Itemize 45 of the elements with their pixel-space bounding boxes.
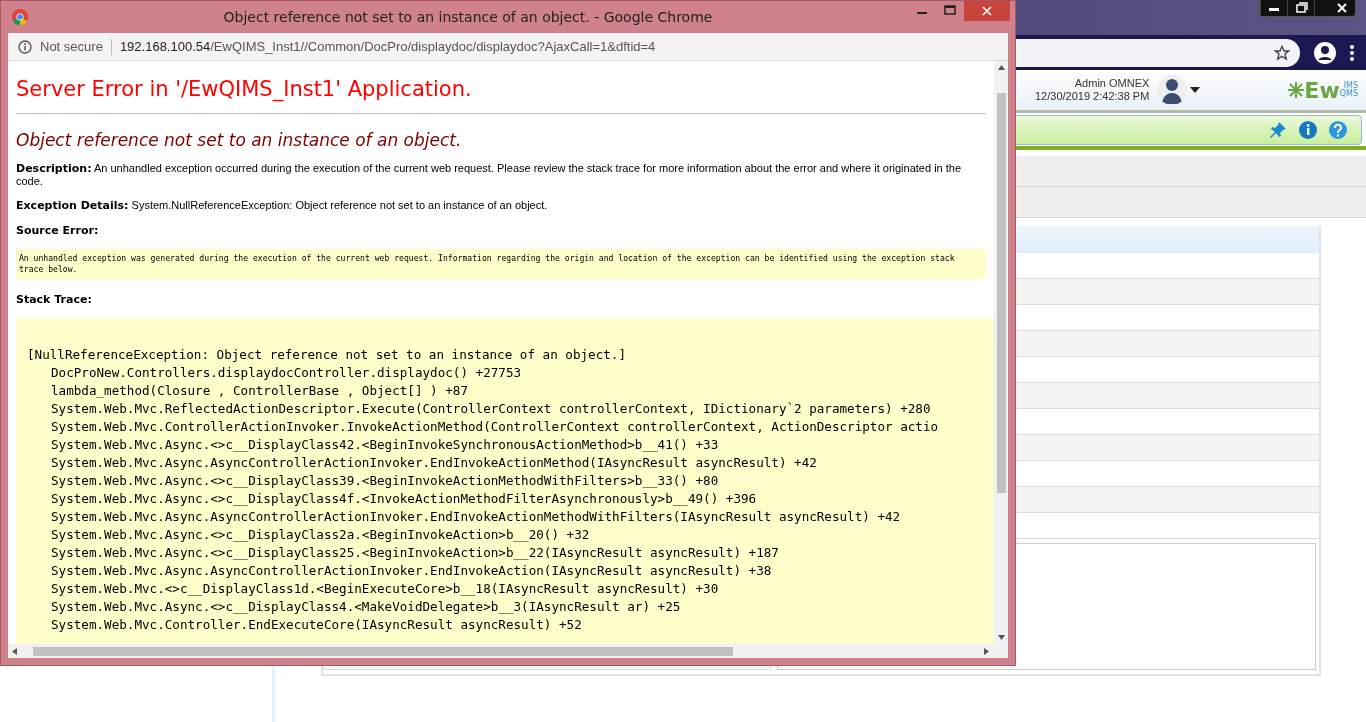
stack-trace-line: System.Web.Mvc.Async.<>c__DisplayClass42.<BeginInvokeSynchronousActionMethod>b__41() +33 [51,437,719,452]
left-arrow-icon[interactable] [12,647,17,655]
right-arrow-icon[interactable] [984,647,989,655]
address-bar[interactable]: Not secure 192.168.100.54/EwQIMS_Inst1//Common/DocPro/displaydoc/displaydoc?AjaxCall=1&dftid=4 [8,33,1008,61]
stack-trace-line: [NullReferenceException: Object reference not set to an instance of an object.] [27,346,627,364]
stack-trace-label: Stack Trace: [16,293,93,306]
description-text: Description: An unhandled exception occurred during the execution of the current web request. Please review the stack trace for more information about the error and where it originated in the code. [16,162,963,187]
stack-trace-line: System.Web.Mvc.<>c__DisplayClass1d.<BeginExecuteCore>b__18(IAsyncResult asyncResult) +30 [51,581,719,596]
stack-trace-line: System.Web.Mvc.Async.AsyncControllerActionInvoker.EndInvokeActionMethod(IAsyncResult asyncResult) +42 [51,455,817,470]
exception-details-text: Exception Details: System.NullReferenceException: Object reference not set to an instance of an object. [16,199,549,212]
stack-trace-line: System.Web.Mvc.ReflectedActionDescriptor.Execute(ControllerContext controllerContext, IDictionary`2 parameters) +280 [51,401,931,416]
stack-trace-line: System.Web.Mvc.ControllerActionInvoker.InvokeActionMethod(ControllerContext controllerContext, ActionDescriptor actio [51,419,939,434]
date-time: 12/30/2019 2:42:38 PM [1035,90,1150,103]
stack-trace-line: System.Web.Mvc.Async.AsyncControllerActionInvoker.EndInvokeActionMethodWithFilters(IAsyncResult asyncResult) +42 [51,509,901,524]
stack-trace-line: System.Web.Mvc.Async.<>c__DisplayClass2a.<BeginInvokeAction>b__20() +32 [51,527,590,542]
error-message: Object reference not set to an instance of an object. [16,130,463,150]
stack-trace-line: System.Web.Mvc.Async.<>c__DisplayClass4.<MakeVoidDelegate>b__3(IAsyncResult ar) +25 [51,599,681,614]
vertical-scrollbar[interactable] [994,61,1008,644]
stack-trace-line: System.Web.Mvc.Async.AsyncControllerActionInvoker.EndInvokeAction(IAsyncResult asyncResult) +38 [51,563,772,578]
stack-trace-line: lambda_method(Closure , ControllerBase , Object[] ) +87 [51,383,468,398]
info-icon[interactable] [18,39,32,54]
star-icon[interactable] [1274,44,1290,61]
account-icon[interactable] [1314,41,1336,64]
info-icon[interactable] [1299,121,1317,139]
horizontal-scrollbar[interactable] [8,644,1008,658]
url-text: 192.168.100.54/EwQIMS_Inst1//Common/DocPro/displaydoc/displaydoc?AjaxCall=1&dftid=4 [119,39,656,54]
help-icon[interactable] [1329,121,1347,139]
stack-trace-line: System.Web.Mvc.Async.<>c__DisplayClass4f.<InvokeActionMethodFilterAsynchronously>b__49() +396 [51,491,757,506]
pin-icon[interactable] [1269,121,1287,139]
error-heading: Server Error in '/EwQIMS_Inst1' Application. [16,77,473,101]
user-name: Admin OMNEX [1074,77,1150,90]
caret-icon[interactable] [1190,87,1201,93]
security-label: Not secure [40,39,103,54]
source-error-label: Source Error: [16,224,100,237]
stack-trace-line: System.Web.Mvc.Async.<>c__DisplayClass39.<BeginInvokeActionMethodWithFilters>b__33() +80 [51,473,719,488]
desktop-window-controls[interactable] [1259,0,1356,17]
chrome-icon [12,9,28,25]
window-title: Object reference not set to an instance of an object. - Google Chrome [222,9,714,25]
stack-trace-line: System.Web.Mvc.Async.<>c__DisplayClass25.<BeginInvokeAction>b__22(IAsyncResult asyncResult) +187 [51,545,779,560]
source-error-text: An unhandled exception was generated during the execution of the current web request. Information regarding the origin and location of the exception can be identified using the exception stack trace below. [16,249,986,279]
menu-icon[interactable] [1350,44,1354,61]
up-arrow-icon[interactable] [997,65,1005,70]
stack-trace-line: DocProNew.Controllers.displaydocController.displaydoc() +27753 [51,365,522,380]
down-arrow-icon[interactable] [997,635,1005,640]
stack-trace-line: System.Web.Mvc.Controller.EndExecuteCore(IAsyncResult asyncResult) +52 [51,617,582,632]
